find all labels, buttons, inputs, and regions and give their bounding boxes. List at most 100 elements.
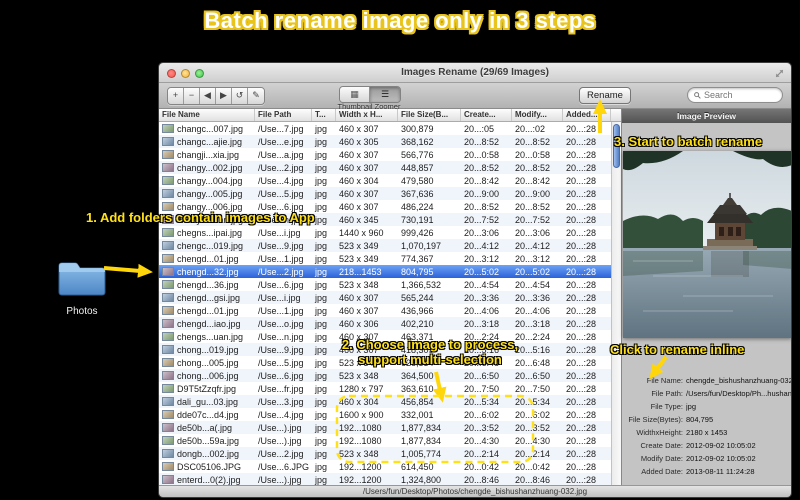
cell-dims: 460 x 304 bbox=[339, 396, 379, 407]
table-row[interactable]: chengd...gsi.jpg/Use...i.jpg jpg 460 x 307… bbox=[159, 291, 611, 304]
cell-create: 20...7:52 bbox=[464, 214, 500, 225]
cell-modify: 20...8:52 bbox=[515, 162, 551, 173]
cell-name: changc...ajie.jpg bbox=[159, 136, 255, 147]
cell-size: 332,001 bbox=[401, 409, 434, 420]
cell-added: 20...:28 bbox=[566, 383, 597, 394]
column-header[interactable]: Added... bbox=[563, 109, 611, 121]
cell-added: 20...:28 bbox=[566, 175, 597, 186]
table-row[interactable]: D9T5tZzqfr.jpg/Use...fr.jpg jpg 1280 x 797… bbox=[159, 382, 611, 395]
cell-create: 20...8:46 bbox=[464, 474, 500, 485]
cell-added: 20...:28 bbox=[566, 188, 597, 199]
table-row[interactable]: changc...ajie.jpg/Use...e.jpg jpg 460 x 30… bbox=[159, 135, 611, 148]
cell-name: chong...005.jpg bbox=[159, 357, 255, 368]
forward-button[interactable]: ▶ bbox=[216, 88, 232, 104]
table-row[interactable]: chengd...36.jpg/Use...6.jpg jpg 523 x 348 1… bbox=[159, 278, 611, 291]
cell-added: 20...:28 bbox=[566, 201, 597, 212]
cell-name: chengd...36.jpg bbox=[159, 279, 255, 290]
cell-path: /Use...i.jpg bbox=[258, 292, 301, 303]
table-row[interactable]: dali_gu...03.jpg/Use...3.jpg jpg 460 x 304… bbox=[159, 395, 611, 408]
column-header[interactable]: File Path bbox=[255, 109, 312, 121]
column-header[interactable]: T... bbox=[312, 109, 336, 121]
back-button[interactable]: ◀ bbox=[200, 88, 216, 104]
column-header[interactable]: File Name bbox=[159, 109, 255, 121]
row-thumbnail bbox=[162, 370, 174, 380]
column-header[interactable]: Modify... bbox=[512, 109, 563, 121]
table-row[interactable]: de50b...59a.jpg/Use...).jpg jpg 192...1080… bbox=[159, 434, 611, 447]
cell-path: /Use...e.jpg bbox=[258, 136, 304, 147]
cell-create: 20...3:18 bbox=[464, 318, 500, 329]
table-row[interactable]: chengc...019.jpg/Use...9.jpg jpg 523 x 349… bbox=[159, 239, 611, 252]
table-row[interactable]: chong...006.jpg/Use...6.jpg jpg 523 x 348 3… bbox=[159, 369, 611, 382]
table-row[interactable]: chengd...32.jpg/Use...2.jpg jpg 218...1453… bbox=[159, 265, 611, 278]
table-row[interactable]: changy...004.jpg/Use...4.jpg jpg 460 x 304… bbox=[159, 174, 611, 187]
cell-type: jpg bbox=[315, 305, 328, 316]
table-row[interactable]: de50b...a(.jpg/Use...).jpg jpg 192...1080 1… bbox=[159, 421, 611, 434]
cell-dims: 460 x 307 bbox=[339, 149, 379, 160]
add-folder-button[interactable]: + bbox=[168, 88, 184, 104]
cell-added: 20...:28 bbox=[566, 435, 597, 446]
search-field[interactable] bbox=[687, 87, 783, 103]
window-titlebar[interactable]: Images Rename (29/69 Images) bbox=[159, 63, 791, 83]
field-value[interactable]: chengde_bishushanzhuang-032.jpg bbox=[686, 376, 791, 385]
cell-dims: 460 x 307 bbox=[339, 188, 379, 199]
grid-view-button[interactable]: ▦ bbox=[340, 87, 370, 102]
row-thumbnail bbox=[162, 461, 174, 471]
cell-size: 364,500 bbox=[401, 370, 434, 381]
cell-type: jpg bbox=[315, 474, 328, 485]
cell-name: chengd...iao.jpg bbox=[159, 318, 255, 329]
minimize-button[interactable] bbox=[181, 69, 190, 78]
preview-fields: File Name:chengde_bishushanzhuang-032.jp… bbox=[622, 374, 791, 478]
table-row[interactable]: changy...005.jpg/Use...5.jpg jpg 460 x 307… bbox=[159, 187, 611, 200]
cell-name: chengd...01.jpg bbox=[159, 305, 255, 316]
preview-field: File Type: jpg bbox=[622, 400, 791, 413]
cell-size: 402,210 bbox=[401, 318, 434, 329]
table-row[interactable]: chengd...iao.jpg/Use...o.jpg jpg 460 x 306… bbox=[159, 317, 611, 330]
preview-field: WidthxHeight: 2180 x 1453 bbox=[622, 426, 791, 439]
column-header[interactable]: Create... bbox=[461, 109, 512, 121]
close-button[interactable] bbox=[167, 69, 176, 78]
table-row[interactable]: changc...007.jpg/Use...7.jpg jpg 460 x 307… bbox=[159, 122, 611, 135]
window-title: Images Rename (29/69 Images) bbox=[401, 67, 549, 78]
cell-create: 20...4:12 bbox=[464, 240, 500, 251]
table-row[interactable]: DSC05106.JPG/Use...6.JPG jpg 192...1200 614… bbox=[159, 460, 611, 473]
cell-path: /Use...7.jpg bbox=[258, 123, 304, 134]
table-row[interactable]: chegns...ipai.jpg/Use...i.jpg jpg 1440 x 9… bbox=[159, 226, 611, 239]
table-row[interactable]: dde07c...d4.jpg/Use...4.jpg jpg 1600 x 900… bbox=[159, 408, 611, 421]
cell-added: 20...:28 bbox=[566, 318, 597, 329]
table-row[interactable]: dongb...002.jpg/Use...2.jpg jpg 523 x 348 1… bbox=[159, 447, 611, 460]
table-row[interactable]: enterd...0(2).jpg/Use...).jpg jpg 192...12… bbox=[159, 473, 611, 485]
folder-label: Photos bbox=[66, 306, 98, 317]
cell-path: /Use...a.jpg bbox=[258, 149, 304, 160]
column-header[interactable]: File Size(B... bbox=[398, 109, 461, 121]
edit-button[interactable]: ✎ bbox=[248, 88, 264, 104]
vertical-scrollbar[interactable] bbox=[611, 122, 621, 485]
cell-name: chong...006.jpg bbox=[159, 370, 255, 381]
column-header[interactable]: Width x H... bbox=[336, 109, 398, 121]
table-row[interactable]: changy...002.jpg/Use...2.jpg jpg 460 x 307… bbox=[159, 161, 611, 174]
cell-path: /Use...6.jpg bbox=[258, 370, 304, 381]
zoom-button[interactable] bbox=[195, 69, 204, 78]
cell-dims: 460 x 307 bbox=[339, 201, 379, 212]
field-value: jpg bbox=[686, 402, 697, 411]
refresh-button[interactable]: ↺ bbox=[232, 88, 248, 104]
remove-button[interactable]: − bbox=[184, 88, 200, 104]
list-view-button[interactable]: ☰ bbox=[370, 87, 400, 102]
table-row[interactable]: chengd...01.jpg/Use...1.jpg jpg 460 x 307 4… bbox=[159, 304, 611, 317]
preview-field: Modify Date: 2012-09-02 10:05:02 bbox=[622, 452, 791, 465]
cell-added: 20...:28 bbox=[566, 357, 597, 368]
cell-path: /Use...9.jpg bbox=[258, 240, 304, 251]
cell-added: 20...:28 bbox=[566, 214, 597, 225]
annotation-step1: 1. Add folders contain images to App bbox=[86, 210, 315, 225]
fullscreen-icon[interactable] bbox=[774, 68, 785, 79]
rename-button[interactable]: Rename bbox=[579, 87, 631, 104]
cell-name: dali_gu...03.jpg bbox=[159, 396, 255, 407]
table-row[interactable]: changji...xia.jpg/Use...a.jpg jpg 460 x 30… bbox=[159, 148, 611, 161]
row-thumbnail bbox=[162, 240, 174, 250]
cell-type: jpg bbox=[315, 240, 328, 251]
search-input[interactable] bbox=[704, 90, 776, 100]
row-thumbnail bbox=[162, 474, 174, 484]
cell-added: 20...:28 bbox=[566, 448, 597, 459]
cell-dims: 460 x 307 bbox=[339, 162, 379, 173]
photos-folder[interactable]: Photos bbox=[54, 258, 110, 317]
table-row[interactable]: chengd...01.jpg/Use...1.jpg jpg 523 x 349 7… bbox=[159, 252, 611, 265]
